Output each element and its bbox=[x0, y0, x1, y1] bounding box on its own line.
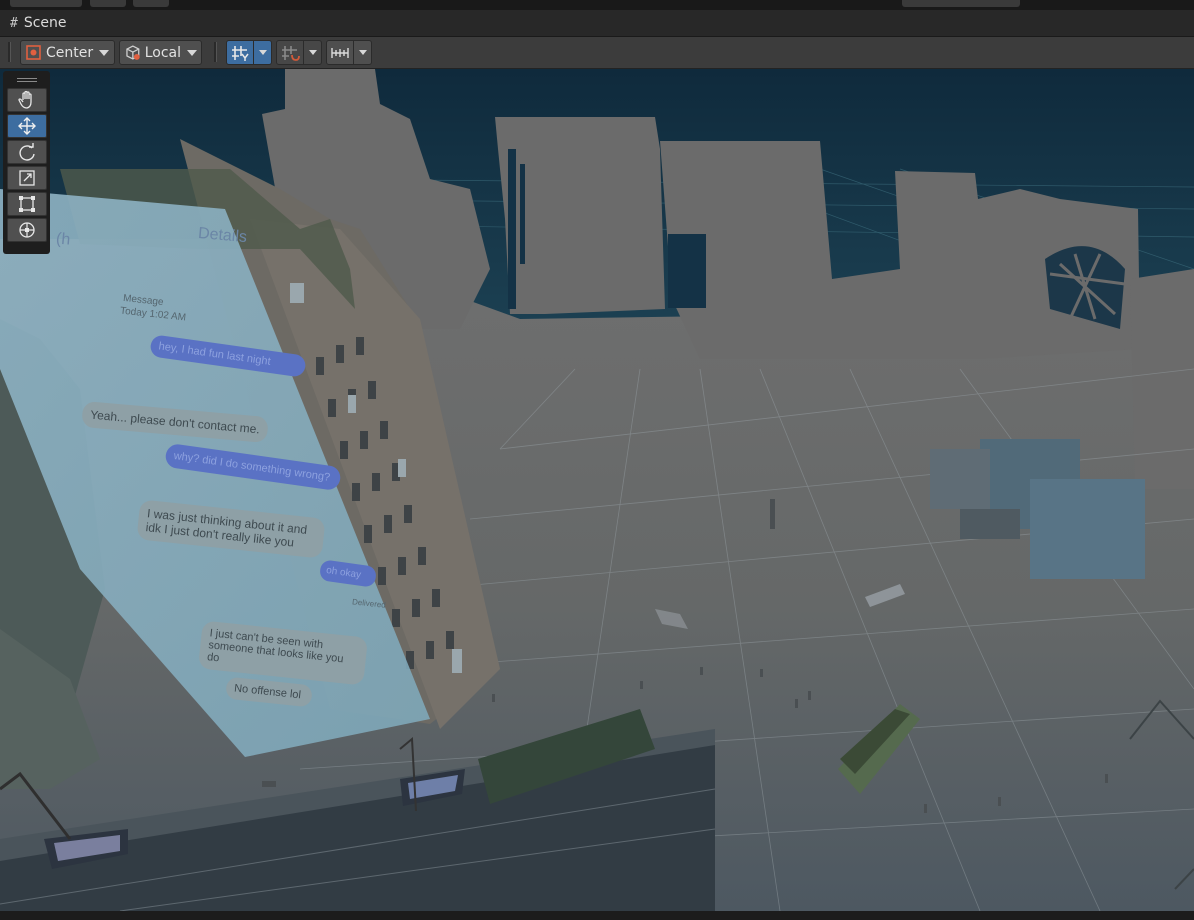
hand-icon bbox=[18, 90, 32, 109]
pivot-rotation-dropdown[interactable]: Local bbox=[119, 40, 202, 65]
chevron-down-icon bbox=[358, 50, 367, 55]
snap-toggle-button[interactable] bbox=[276, 40, 304, 65]
scene-tools-overlay bbox=[3, 71, 50, 254]
scene-tab-label: Scene bbox=[23, 15, 67, 31]
pivot-rotation-label: Local bbox=[144, 44, 181, 61]
grid-snap-icon bbox=[232, 45, 249, 61]
snap-increment-icon bbox=[282, 45, 300, 61]
grid-visibility-toggle[interactable] bbox=[226, 40, 272, 65]
rect-transform-icon bbox=[19, 196, 35, 212]
increment-options-dropdown[interactable] bbox=[354, 40, 372, 65]
grid-options-dropdown[interactable] bbox=[254, 40, 272, 65]
ruler-toggle-button[interactable] bbox=[326, 40, 354, 65]
chevron-down-icon bbox=[258, 50, 267, 55]
chevron-down-icon bbox=[99, 49, 110, 56]
scene-toolbar: Center Local bbox=[0, 37, 1194, 69]
rotate-icon bbox=[19, 143, 35, 161]
scene-tab-bar: # Scene bbox=[0, 10, 1194, 37]
toolbar-separator bbox=[214, 42, 217, 62]
ruler-icon bbox=[331, 47, 349, 58]
pivot-center-icon bbox=[26, 44, 41, 60]
rotate-tool-button[interactable] bbox=[7, 140, 47, 164]
scene-viewport[interactable]: Details (h Message Today 1:02 AM hey, I … bbox=[0, 69, 1194, 911]
move-arrows-icon bbox=[18, 117, 36, 135]
pivot-mode-dropdown[interactable]: Center bbox=[20, 40, 115, 65]
pivot-mode-label: Center bbox=[46, 44, 94, 61]
move-tool-button[interactable] bbox=[7, 114, 47, 138]
grid-toggle-button[interactable] bbox=[226, 40, 254, 65]
hand-tool-button[interactable] bbox=[7, 88, 47, 112]
scene-render bbox=[0, 69, 1194, 911]
snap-increment-toggle[interactable] bbox=[276, 40, 322, 65]
scale-tool-button[interactable] bbox=[7, 166, 47, 190]
snap-options-dropdown[interactable] bbox=[304, 40, 322, 65]
overlay-drag-handle[interactable] bbox=[6, 74, 47, 86]
scene-tab[interactable]: # Scene bbox=[0, 10, 77, 36]
transform-tool-button[interactable] bbox=[7, 218, 47, 242]
top-editor-strip bbox=[0, 0, 1194, 10]
top-strip-button-group[interactable] bbox=[902, 0, 1020, 7]
transform-icon bbox=[19, 222, 35, 238]
top-strip-button[interactable] bbox=[10, 0, 82, 7]
rect-tool-button[interactable] bbox=[7, 192, 47, 216]
bottom-edge bbox=[0, 911, 1194, 920]
hash-icon: # bbox=[10, 15, 18, 31]
chevron-down-icon bbox=[308, 50, 317, 55]
local-cube-icon bbox=[126, 44, 140, 60]
increment-snapping-toggle[interactable] bbox=[326, 40, 372, 65]
top-strip-button[interactable] bbox=[133, 0, 169, 7]
unity-editor-scene-window: # Scene Center Local Details (h Message … bbox=[0, 0, 1194, 920]
toolbar-separator bbox=[8, 42, 11, 62]
scale-icon bbox=[19, 170, 35, 186]
chevron-down-icon bbox=[187, 49, 197, 56]
top-strip-button[interactable] bbox=[90, 0, 126, 7]
